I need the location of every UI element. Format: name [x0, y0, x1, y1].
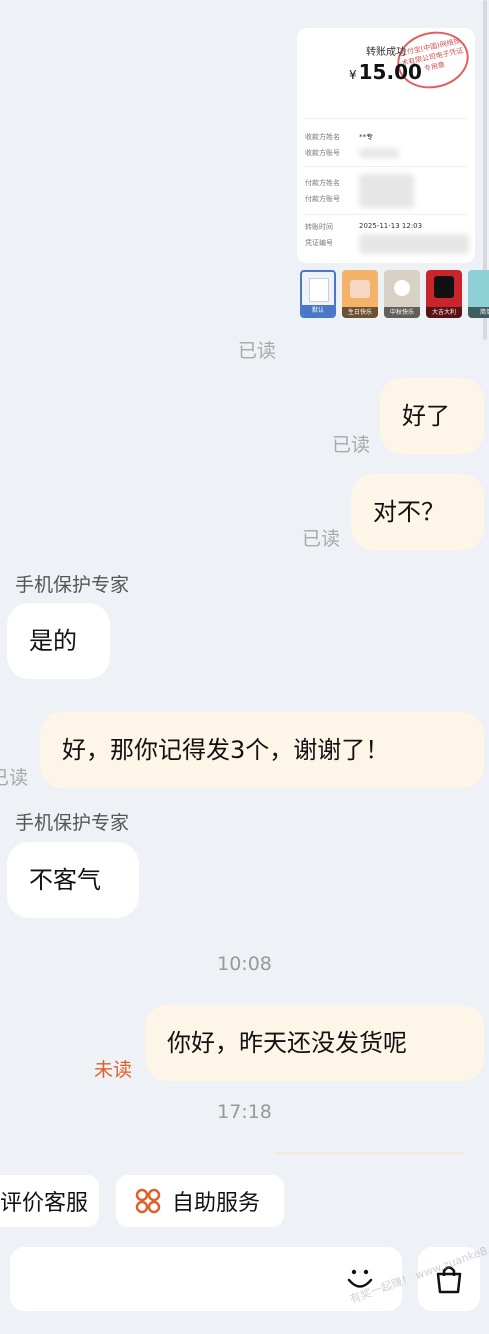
template-simple[interactable]: 简单: [468, 270, 489, 318]
template-label: 中秋快乐: [384, 307, 420, 318]
receipt-thumb-icon: [309, 278, 329, 302]
message-text: 好，那你记得发3个，谢谢了！: [62, 736, 390, 764]
receipt-key: 收款方姓名: [305, 133, 340, 141]
receipt-value: **专: [359, 133, 373, 141]
divider: [275, 1152, 465, 1154]
redacted-value: [359, 148, 399, 158]
message-text: 对不？: [373, 498, 445, 526]
unread-status: 未读: [94, 1059, 133, 1081]
moon-icon: [394, 280, 410, 296]
sender-name: 手机保护专家: [15, 574, 130, 596]
transfer-receipt-card[interactable]: 支付宝(中国)网络技术有限公司电子凭证专用章 转账成功 ¥15.00 收款方姓名…: [297, 28, 475, 263]
redacted-value: [359, 234, 469, 254]
sender-name: 手机保护专家: [15, 812, 130, 834]
read-status: 已读: [332, 434, 371, 456]
divider: [305, 166, 467, 167]
redacted-value: [359, 174, 414, 208]
receipt-key: 付款方账号: [305, 195, 340, 203]
receipt-key: 转账时间: [305, 223, 333, 231]
receipt-title: 转账成功: [366, 47, 406, 58]
self-service-button[interactable]: 自助服务: [116, 1175, 284, 1227]
read-status: 已读: [302, 528, 341, 550]
message-bubble-outgoing[interactable]: 你好，昨天还没发货呢: [145, 1005, 484, 1081]
message-bubble-outgoing[interactable]: 好了: [380, 378, 484, 454]
message-bubble-outgoing[interactable]: 对不？: [351, 474, 484, 550]
cake-icon: [350, 280, 370, 298]
message-text: 好了: [402, 402, 450, 430]
receipt-value: 2025-11-13 12:03: [359, 222, 423, 230]
receipt-key: 付款方姓名: [305, 179, 340, 187]
rate-service-label: 评价客服: [0, 1191, 89, 1216]
divider: [305, 214, 467, 215]
divider: [305, 118, 467, 119]
read-status: 已读: [238, 340, 277, 362]
template-good-luck[interactable]: 大吉大利: [426, 270, 462, 318]
timestamp: 17:18: [217, 1101, 272, 1123]
template-label: 生日快乐: [342, 307, 378, 318]
template-label: 大吉大利: [426, 307, 462, 318]
message-bubble-outgoing[interactable]: 好，那你记得发3个，谢谢了！: [40, 712, 484, 788]
template-label: 默认: [302, 305, 334, 316]
message-bubble-incoming[interactable]: 不客气: [7, 842, 139, 918]
fortune-icon: [434, 276, 454, 298]
receipt-key: 收款方账号: [305, 149, 340, 157]
template-default[interactable]: 默认: [300, 270, 336, 318]
read-status: 已读: [0, 767, 29, 789]
template-label: 简单: [468, 307, 489, 318]
self-service-label: 自助服务: [172, 1191, 261, 1216]
rate-service-button[interactable]: 评价客服: [0, 1175, 99, 1227]
message-text: 你好，昨天还没发货呢: [167, 1029, 407, 1057]
receipt-key: 凭证编号: [305, 239, 333, 247]
template-selector: 默认 生日快乐 中秋快乐 大吉大利 简单: [300, 270, 489, 320]
message-text: 不客气: [29, 866, 101, 894]
timestamp: 10:08: [217, 953, 272, 975]
receipt-amount: ¥15.00: [349, 60, 422, 84]
self-service-icon: [134, 1187, 162, 1215]
message-bubble-incoming[interactable]: 是的: [7, 603, 110, 679]
template-mid-autumn[interactable]: 中秋快乐: [384, 270, 420, 318]
message-text: 是的: [29, 627, 77, 655]
template-birthday[interactable]: 生日快乐: [342, 270, 378, 318]
